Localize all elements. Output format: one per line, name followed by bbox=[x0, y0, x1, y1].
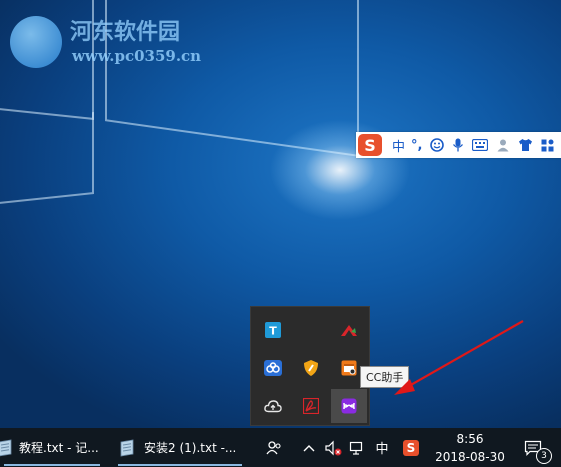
toolbox-grid-icon[interactable] bbox=[541, 139, 554, 152]
taskbar-app-notepad-1[interactable]: 教程.txt - 记... bbox=[0, 428, 104, 467]
watermark-title: 河东软件园 bbox=[70, 19, 181, 45]
svg-text:T: T bbox=[269, 325, 277, 338]
watermark: 河东软件园 www.pc0359.cn bbox=[6, 14, 226, 74]
notification-count-badge: 3 bbox=[536, 448, 552, 464]
network-icon[interactable] bbox=[346, 428, 368, 467]
watermark-url: www.pc0359.cn bbox=[72, 47, 202, 65]
people-icon[interactable] bbox=[262, 428, 286, 467]
taskbar-app-label: 教程.txt - 记... bbox=[19, 441, 99, 455]
user-icon[interactable] bbox=[496, 138, 510, 152]
ime-punct-toggle[interactable]: °, bbox=[411, 138, 422, 153]
notification-center-icon[interactable]: 3 bbox=[516, 428, 552, 467]
annotation-arrow-icon bbox=[394, 320, 524, 395]
microphone-icon[interactable] bbox=[452, 138, 464, 152]
active-indicator bbox=[118, 464, 242, 466]
ime-toolbar[interactable]: S 中 °, bbox=[356, 132, 561, 158]
cloud-sync-icon[interactable] bbox=[255, 351, 291, 385]
clock-date: 2018-08-30 bbox=[435, 450, 505, 464]
keyboard-icon[interactable] bbox=[472, 139, 489, 151]
ime-mode-toggle[interactable]: 中 bbox=[392, 136, 405, 155]
notepad-icon bbox=[0, 439, 12, 456]
upload-cloud-icon[interactable] bbox=[255, 389, 291, 423]
windows-logo-pane bbox=[0, 112, 94, 206]
active-indicator bbox=[4, 464, 100, 466]
security-shield-icon[interactable] bbox=[293, 351, 329, 385]
sogou-logo-icon[interactable]: S bbox=[358, 134, 382, 156]
tray-overflow-panel: T bbox=[250, 306, 370, 426]
pdf-app-icon[interactable] bbox=[293, 389, 329, 423]
watermark-logo-icon bbox=[10, 16, 62, 68]
sogou-tray-label: S bbox=[403, 439, 419, 456]
emoji-icon[interactable] bbox=[430, 138, 445, 152]
red-arrow-app-icon[interactable] bbox=[331, 313, 367, 347]
cc-helper-icon[interactable] bbox=[331, 389, 367, 423]
taskbar-clock[interactable]: 8:56 2018-08-30 bbox=[430, 430, 510, 466]
text-tool-icon[interactable]: T bbox=[255, 313, 291, 347]
taskbar-app-label: 安装2 (1).txt -... bbox=[144, 441, 237, 455]
desktop: 河东软件园 www.pc0359.cn S 中 °, T CC助手 bbox=[0, 0, 561, 428]
skin-shirt-icon[interactable] bbox=[518, 138, 533, 152]
notepad-icon bbox=[120, 439, 134, 456]
input-language-indicator[interactable]: 中 bbox=[371, 428, 393, 467]
taskbar-app-notepad-2[interactable]: 安装2 (1).txt -... bbox=[118, 428, 242, 467]
clock-time: 8:56 bbox=[456, 432, 484, 446]
show-hidden-icons-chevron-icon[interactable] bbox=[300, 428, 318, 467]
sogou-tray-icon[interactable]: S bbox=[400, 428, 422, 467]
volume-muted-icon[interactable] bbox=[322, 428, 344, 467]
